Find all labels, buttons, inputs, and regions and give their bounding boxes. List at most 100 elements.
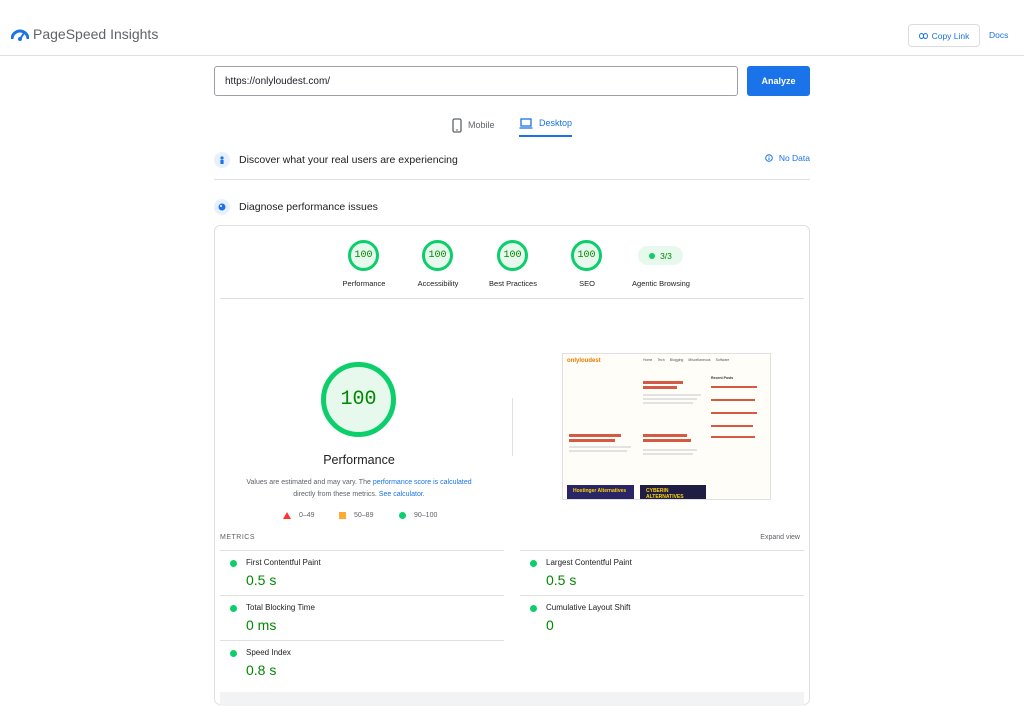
agentic-browsing-value: 3/3 bbox=[660, 250, 672, 261]
disclaimer-text: Values are estimated and may vary. The bbox=[246, 479, 373, 486]
screenshot-text-line bbox=[643, 394, 701, 396]
screenshot-text-line bbox=[643, 449, 697, 451]
screenshot-ad-banner: CYBERIN ALTERNATIVES bbox=[640, 485, 706, 499]
metric-first-contentful-paint: First Contentful Paint 0.5 s bbox=[220, 550, 504, 595]
phone-icon bbox=[452, 117, 462, 133]
screenshot-nav-item: Software bbox=[715, 358, 730, 362]
copy-link-button[interactable]: Copy Link bbox=[908, 24, 980, 47]
info-icon bbox=[765, 154, 773, 162]
screenshot-sidebar-title: Recent Posts bbox=[711, 376, 734, 380]
pass-circle-icon bbox=[399, 512, 406, 519]
best-practices-score-label: Best Practices bbox=[489, 279, 537, 288]
pass-dot-icon bbox=[230, 560, 237, 567]
metric-value: 0.5 s bbox=[246, 572, 277, 588]
card-divider bbox=[220, 298, 804, 299]
tab-desktop[interactable]: Desktop bbox=[519, 113, 573, 137]
metric-value: 0 ms bbox=[246, 617, 277, 633]
average-square-icon bbox=[339, 512, 346, 519]
legend-pass-range: 90–100 bbox=[414, 512, 438, 519]
disclaimer-end: . bbox=[422, 491, 425, 498]
pass-dot-icon bbox=[649, 252, 656, 259]
screenshot-text-line bbox=[569, 450, 627, 452]
screenshot-nav-item: Miscellaneous bbox=[688, 358, 711, 362]
no-data-label: No Data bbox=[778, 153, 810, 163]
diagnose-title: Diagnose performance issues bbox=[239, 201, 378, 213]
crux-title: Discover what your real users are experi… bbox=[239, 154, 458, 166]
best-practices-score-gauge[interactable]: 100 bbox=[497, 240, 528, 271]
top-header: PageSpeed Insights Copy Link Docs bbox=[0, 0, 1024, 56]
pass-dot-icon bbox=[530, 560, 537, 567]
screenshot-sidebar-link bbox=[711, 386, 757, 388]
report-card: 100 Performance 100 Accessibility 100 Be… bbox=[214, 225, 810, 706]
fail-triangle-icon bbox=[283, 512, 291, 519]
performance-big-gauge: 100 bbox=[321, 362, 396, 437]
metric-name: First Contentful Paint bbox=[246, 558, 321, 567]
legend-pass: 90–100 bbox=[399, 512, 437, 519]
diagnose-section: Diagnose performance issues bbox=[214, 195, 810, 219]
screenshot-nav-item: Home bbox=[643, 358, 653, 362]
screenshot-logo: onlyloudest bbox=[567, 358, 601, 364]
screenshot-post-title bbox=[569, 434, 621, 437]
no-data-status[interactable]: No Data bbox=[765, 153, 810, 163]
screenshot-ad-text: CYBERIN ALTERNATIVES bbox=[646, 488, 684, 500]
metric-name: Cumulative Layout Shift bbox=[546, 603, 631, 612]
performance-score-gauge[interactable]: 100 bbox=[348, 240, 379, 271]
seo-score-gauge[interactable]: 100 bbox=[571, 240, 602, 271]
lighthouse-icon bbox=[214, 199, 230, 215]
url-input[interactable] bbox=[214, 66, 738, 96]
accessibility-score-label: Accessibility bbox=[417, 279, 459, 288]
screenshot-sidebar-link bbox=[711, 436, 755, 438]
legend-fail: 0–49 bbox=[283, 512, 315, 519]
metric-largest-contentful-paint: Largest Contentful Paint 0.5 s bbox=[520, 550, 804, 595]
analyze-button[interactable]: Analyze bbox=[747, 66, 810, 96]
copy-link-label: Copy Link bbox=[931, 30, 970, 41]
screenshot-text-line bbox=[643, 453, 693, 455]
screenshot-sidebar-link bbox=[711, 412, 757, 414]
accessibility-score-gauge[interactable]: 100 bbox=[422, 240, 453, 271]
link-icon bbox=[918, 32, 928, 39]
pass-dot-icon bbox=[230, 650, 237, 657]
screenshot-sidebar-link bbox=[711, 399, 755, 401]
score-disclaimer: Values are estimated and may vary. The p… bbox=[235, 477, 483, 501]
screenshot-nav: Home Tech Blogging Miscellaneous Softwar… bbox=[643, 358, 729, 362]
score-calc-link[interactable]: performance score is calculated bbox=[373, 479, 472, 486]
screenshot-post-title bbox=[643, 386, 677, 389]
expand-view-toggle[interactable]: Expand view bbox=[760, 534, 800, 541]
crux-section: Discover what your real users are experi… bbox=[214, 148, 810, 172]
metrics-heading: METRICS bbox=[220, 534, 255, 541]
screenshot-post-title bbox=[569, 439, 615, 442]
metric-cumulative-layout-shift: Cumulative Layout Shift 0 bbox=[520, 595, 804, 640]
pagespeed-logo-icon bbox=[11, 29, 29, 41]
screenshot-sidebar-link bbox=[711, 425, 753, 427]
vertical-divider bbox=[512, 398, 513, 456]
legend-fail-range: 0–49 bbox=[299, 512, 315, 519]
metric-name: Largest Contentful Paint bbox=[546, 558, 632, 567]
pass-dot-icon bbox=[230, 605, 237, 612]
metric-name: Total Blocking Time bbox=[246, 603, 315, 612]
tab-mobile-label: Mobile bbox=[468, 120, 495, 130]
metric-value: 0 bbox=[546, 617, 554, 633]
agentic-browsing-badge[interactable]: 3/3 bbox=[638, 246, 683, 265]
screenshot-text-line bbox=[643, 398, 697, 400]
metric-value: 0.8 s bbox=[246, 662, 277, 678]
metric-name: Speed Index bbox=[246, 648, 291, 657]
screenshot-nav-item: Blogging bbox=[669, 358, 684, 362]
metric-speed-index: Speed Index 0.8 s bbox=[220, 640, 504, 685]
metric-total-blocking-time: Total Blocking Time 0 ms bbox=[220, 595, 504, 640]
tab-mobile[interactable]: Mobile bbox=[452, 113, 495, 137]
metric-value: 0.5 s bbox=[546, 572, 577, 588]
docs-link[interactable]: Docs bbox=[989, 30, 1008, 40]
agentic-browsing-label: Agentic Browsing bbox=[632, 279, 690, 288]
users-icon bbox=[214, 152, 230, 168]
screenshot-nav-item: Tech bbox=[657, 358, 665, 362]
disclaimer-text-2: directly from these metrics. bbox=[293, 491, 379, 498]
performance-big-label: Performance bbox=[323, 453, 395, 467]
see-calculator-link[interactable]: See calculator bbox=[379, 491, 423, 498]
screenshot-post-title bbox=[643, 434, 687, 437]
screenshot-post-title bbox=[643, 439, 691, 442]
legend-average: 50–89 bbox=[339, 512, 373, 519]
performance-score-label: Performance bbox=[342, 279, 386, 288]
final-screenshot: onlyloudest Home Tech Blogging Miscellan… bbox=[562, 353, 771, 500]
section-divider bbox=[214, 179, 810, 180]
laptop-icon bbox=[519, 117, 533, 129]
